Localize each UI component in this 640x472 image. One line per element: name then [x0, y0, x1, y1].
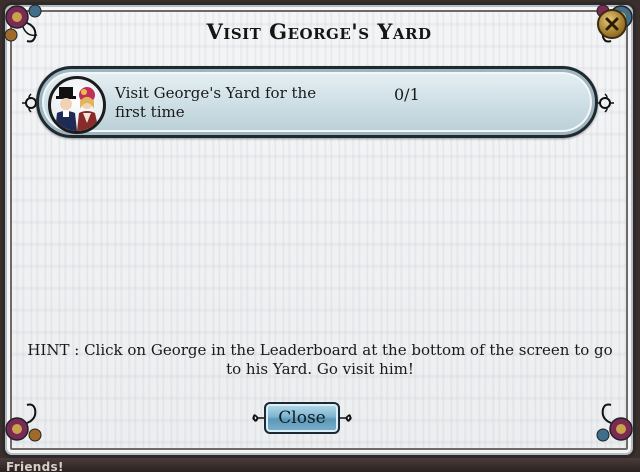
- close-x-button[interactable]: [597, 9, 627, 39]
- close-button-group: Close: [252, 402, 352, 436]
- goal-progress-count: 0/1: [394, 85, 420, 104]
- goal-description: Visit George's Yard for the first time: [115, 84, 317, 121]
- hint-text: HINT : Click on George in the Leaderboar…: [27, 341, 613, 378]
- friends-tab-label[interactable]: Friends!: [6, 460, 64, 472]
- close-x-icon: [605, 17, 619, 31]
- character-portrait-icon: [48, 76, 106, 134]
- background-game-strip: Friends!: [0, 458, 640, 472]
- dialog-title: Visit George's Yard: [206, 19, 432, 44]
- button-flourish-icon: [339, 414, 352, 422]
- corner-flourish-icon: [5, 403, 42, 442]
- game-screen: Friends! Visit George's Yard Visit Georg…: [0, 0, 640, 472]
- close-button[interactable]: Close: [264, 402, 340, 434]
- corner-flourish-icon: [596, 403, 633, 442]
